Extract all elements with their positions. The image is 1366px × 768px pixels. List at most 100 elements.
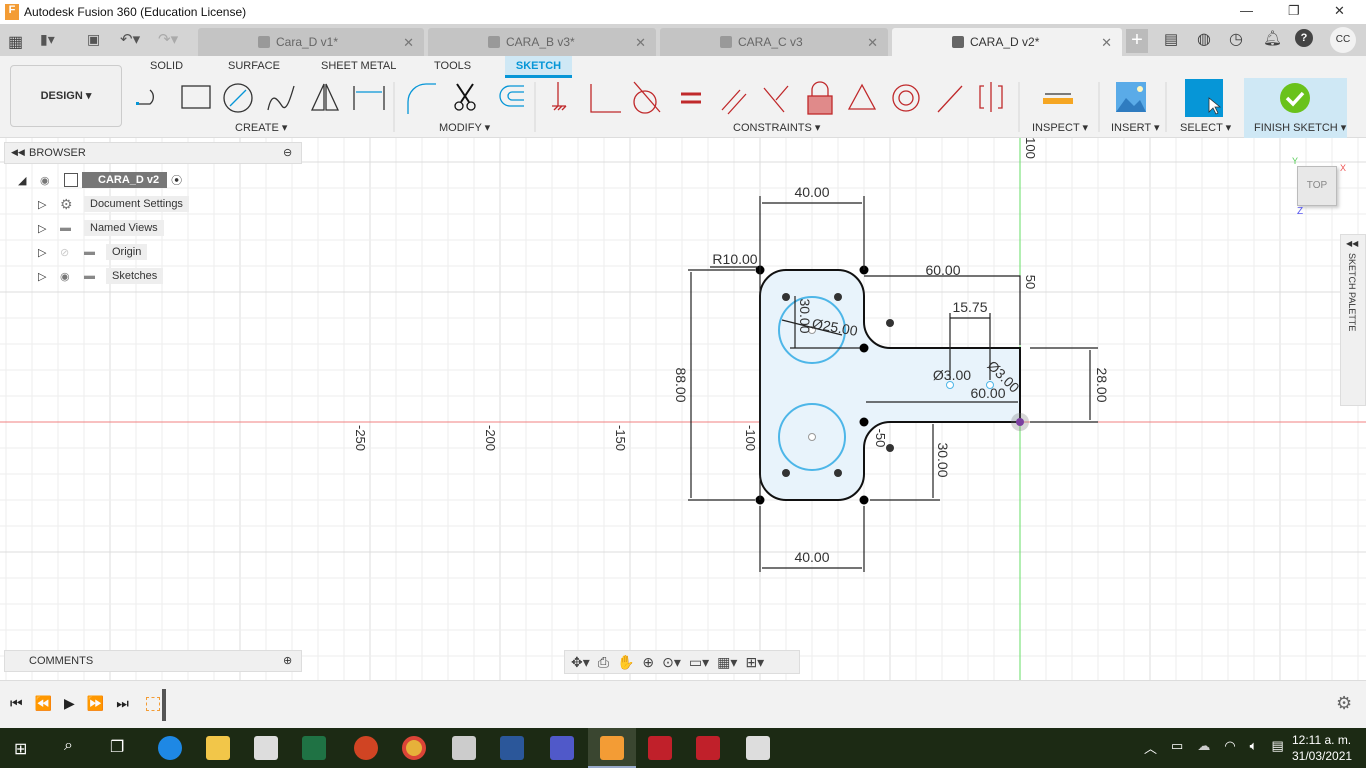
save-icon[interactable]: ▣	[87, 31, 100, 48]
step-back-icon[interactable]: ⏪	[35, 695, 52, 712]
folder-icon: ▬	[84, 270, 95, 282]
file-explorer-icon[interactable]	[206, 736, 230, 760]
close-window-button[interactable]: ✕	[1334, 3, 1345, 19]
history-icon[interactable]: ◷	[1229, 29, 1243, 49]
tool-icons	[136, 78, 1347, 138]
fit-icon[interactable]: ⊙▾	[662, 654, 681, 671]
select-menu[interactable]: SELECT ▾	[1180, 121, 1231, 134]
close-tab-icon[interactable]: ✕	[403, 35, 414, 51]
minimize-button[interactable]: —	[1240, 3, 1253, 18]
add-comment-icon[interactable]: ⊕	[283, 654, 292, 667]
browser-item-origin[interactable]: ▷ ⊘ ▬ Origin	[18, 242, 198, 262]
viewports-icon[interactable]: ⊞▾	[745, 654, 764, 671]
tray-chevron-icon[interactable]: ︿	[1144, 738, 1157, 757]
axis-tick-label: 50	[1023, 275, 1038, 289]
apps-grid-icon[interactable]: ▦	[8, 32, 23, 52]
browser-options-icon[interactable]: ⊖	[283, 146, 292, 159]
word-icon[interactable]	[500, 736, 524, 760]
viewport-canvas[interactable]: -250 -200 -150 -100 -50 100 50 40.00 R10.00 60.00…	[0, 138, 1366, 680]
sketch-svg[interactable]: -250 -200 -150 -100 -50 100 50 40.00 R10.00 60.00…	[0, 138, 1366, 680]
powerpoint-icon[interactable]	[354, 736, 378, 760]
teams-icon[interactable]	[550, 736, 574, 760]
orbit-icon[interactable]: ✥▾	[571, 654, 590, 671]
acrobat-icon[interactable]	[696, 736, 720, 760]
edge-icon[interactable]	[158, 736, 182, 760]
store-icon[interactable]	[254, 736, 278, 760]
fusion-360-taskbar-icon[interactable]	[600, 736, 624, 760]
sketch-palette-tab[interactable]: ◀◀ SKETCH PALETTE	[1340, 234, 1366, 406]
browser-item-named-views[interactable]: ▷ ▬ Named Views	[18, 218, 198, 238]
expand-icon[interactable]: ◀◀	[1346, 239, 1358, 248]
clock-time[interactable]: 12:11 a. m.	[1292, 733, 1351, 747]
expand-icon[interactable]: ▷	[38, 246, 60, 259]
dim-arm-inner: 60.00	[970, 385, 1005, 401]
onedrive-error-icon[interactable]: ☁	[1197, 738, 1210, 757]
visibility-eye-icon[interactable]: ◉	[60, 270, 84, 283]
expand-icon[interactable]: ▷	[38, 270, 60, 283]
fillet-tool-icon	[407, 83, 436, 114]
task-view-icon[interactable]: ❐	[110, 737, 124, 757]
tab-cara-c-v3[interactable]: CARA_C v3 ✕	[660, 28, 888, 56]
collapse-icon[interactable]: ◀◀	[11, 147, 25, 158]
hidden-eye-icon[interactable]: ⊘	[60, 246, 84, 259]
dimension-tool-icon	[353, 86, 385, 110]
modify-menu[interactable]: MODIFY ▾	[439, 121, 490, 134]
notifications-icon[interactable]: 🔔︎	[1263, 29, 1282, 47]
browser-item-document-settings[interactable]: ▷ ⚙ Document Settings	[18, 194, 198, 214]
notification-center-icon[interactable]: ▤	[1271, 738, 1283, 757]
wifi-icon[interactable]: ◠	[1224, 738, 1235, 757]
expand-icon[interactable]: ▷	[38, 222, 60, 235]
start-button[interactable]: ⊞	[14, 739, 27, 759]
comments-icon[interactable]: ▤	[1164, 30, 1178, 48]
expand-icon[interactable]: ▷	[38, 198, 60, 211]
go-to-start-icon[interactable]: ⏮	[10, 695, 23, 712]
close-tab-icon[interactable]: ✕	[635, 35, 646, 51]
tab-cara-d-v1[interactable]: Cara_D v1* ✕	[198, 28, 424, 56]
photos-icon[interactable]	[746, 736, 770, 760]
visibility-eye-icon[interactable]: ◉	[40, 174, 64, 187]
clock-date[interactable]: 31/03/2021	[1292, 749, 1352, 763]
axis-tick-label: -250	[353, 425, 368, 451]
zoom-icon[interactable]: ⊕	[642, 654, 654, 671]
go-to-end-icon[interactable]: ⏭	[116, 695, 129, 712]
browser-root[interactable]: ◢ ◉ CARA_D v2 ⦿	[18, 170, 198, 190]
tab-cara-d-v2[interactable]: CARA_D v2* ✕	[892, 28, 1122, 56]
select-tool-icon	[1185, 79, 1223, 117]
excel-icon[interactable]	[302, 736, 326, 760]
search-icon[interactable]: ⌕	[64, 737, 73, 755]
grid-icon[interactable]: ▦▾	[717, 654, 737, 671]
inspect-menu[interactable]: INSPECT ▾	[1032, 121, 1088, 134]
file-menu-icon[interactable]: ▮▾	[40, 31, 55, 48]
close-tab-icon[interactable]: ✕	[1101, 35, 1112, 51]
display-settings-icon[interactable]: ▭▾	[689, 654, 709, 671]
chrome-icon[interactable]	[402, 736, 426, 760]
viewcube[interactable]: TOP	[1297, 166, 1337, 206]
pan-icon[interactable]: ✋	[617, 654, 634, 671]
browser-item-sketches[interactable]: ▷ ◉ ▬ Sketches	[18, 266, 198, 286]
job-status-icon[interactable]: ◍	[1197, 29, 1211, 49]
maximize-button[interactable]: ❐	[1288, 3, 1300, 19]
play-icon[interactable]: ▶	[64, 695, 75, 712]
insert-menu[interactable]: INSERT ▾	[1111, 121, 1160, 134]
timeline-sketch-feature-icon[interactable]	[146, 697, 160, 711]
look-at-icon[interactable]: ⎙	[598, 654, 609, 671]
timeline-marker[interactable]	[162, 689, 166, 721]
calculator-icon[interactable]	[452, 736, 476, 760]
user-avatar[interactable]: CC	[1330, 27, 1356, 53]
step-forward-icon[interactable]: ⏩	[87, 695, 104, 712]
redo-icon[interactable]: ↷▾	[158, 30, 178, 48]
battery-icon[interactable]: ▭	[1171, 738, 1183, 757]
constraints-menu[interactable]: CONSTRAINTS ▾	[733, 121, 820, 134]
app-red-icon[interactable]	[648, 736, 672, 760]
tab-cara-b-v3[interactable]: CARA_B v3* ✕	[428, 28, 656, 56]
close-tab-icon[interactable]: ✕	[867, 35, 878, 51]
help-icon[interactable]: ?	[1295, 29, 1313, 47]
finish-sketch-button[interactable]: FINISH SKETCH ▾	[1254, 121, 1346, 134]
new-tab-button[interactable]: +	[1126, 29, 1148, 53]
volume-icon[interactable]: 🔈︎	[1250, 738, 1258, 757]
undo-icon[interactable]: ↶▾	[120, 30, 140, 48]
expand-icon[interactable]: ◢	[18, 174, 40, 187]
create-menu[interactable]: CREATE ▾	[235, 121, 287, 134]
timeline-settings-icon[interactable]: ⚙	[1336, 693, 1352, 714]
activate-radio-icon[interactable]: ⦿	[171, 172, 182, 188]
